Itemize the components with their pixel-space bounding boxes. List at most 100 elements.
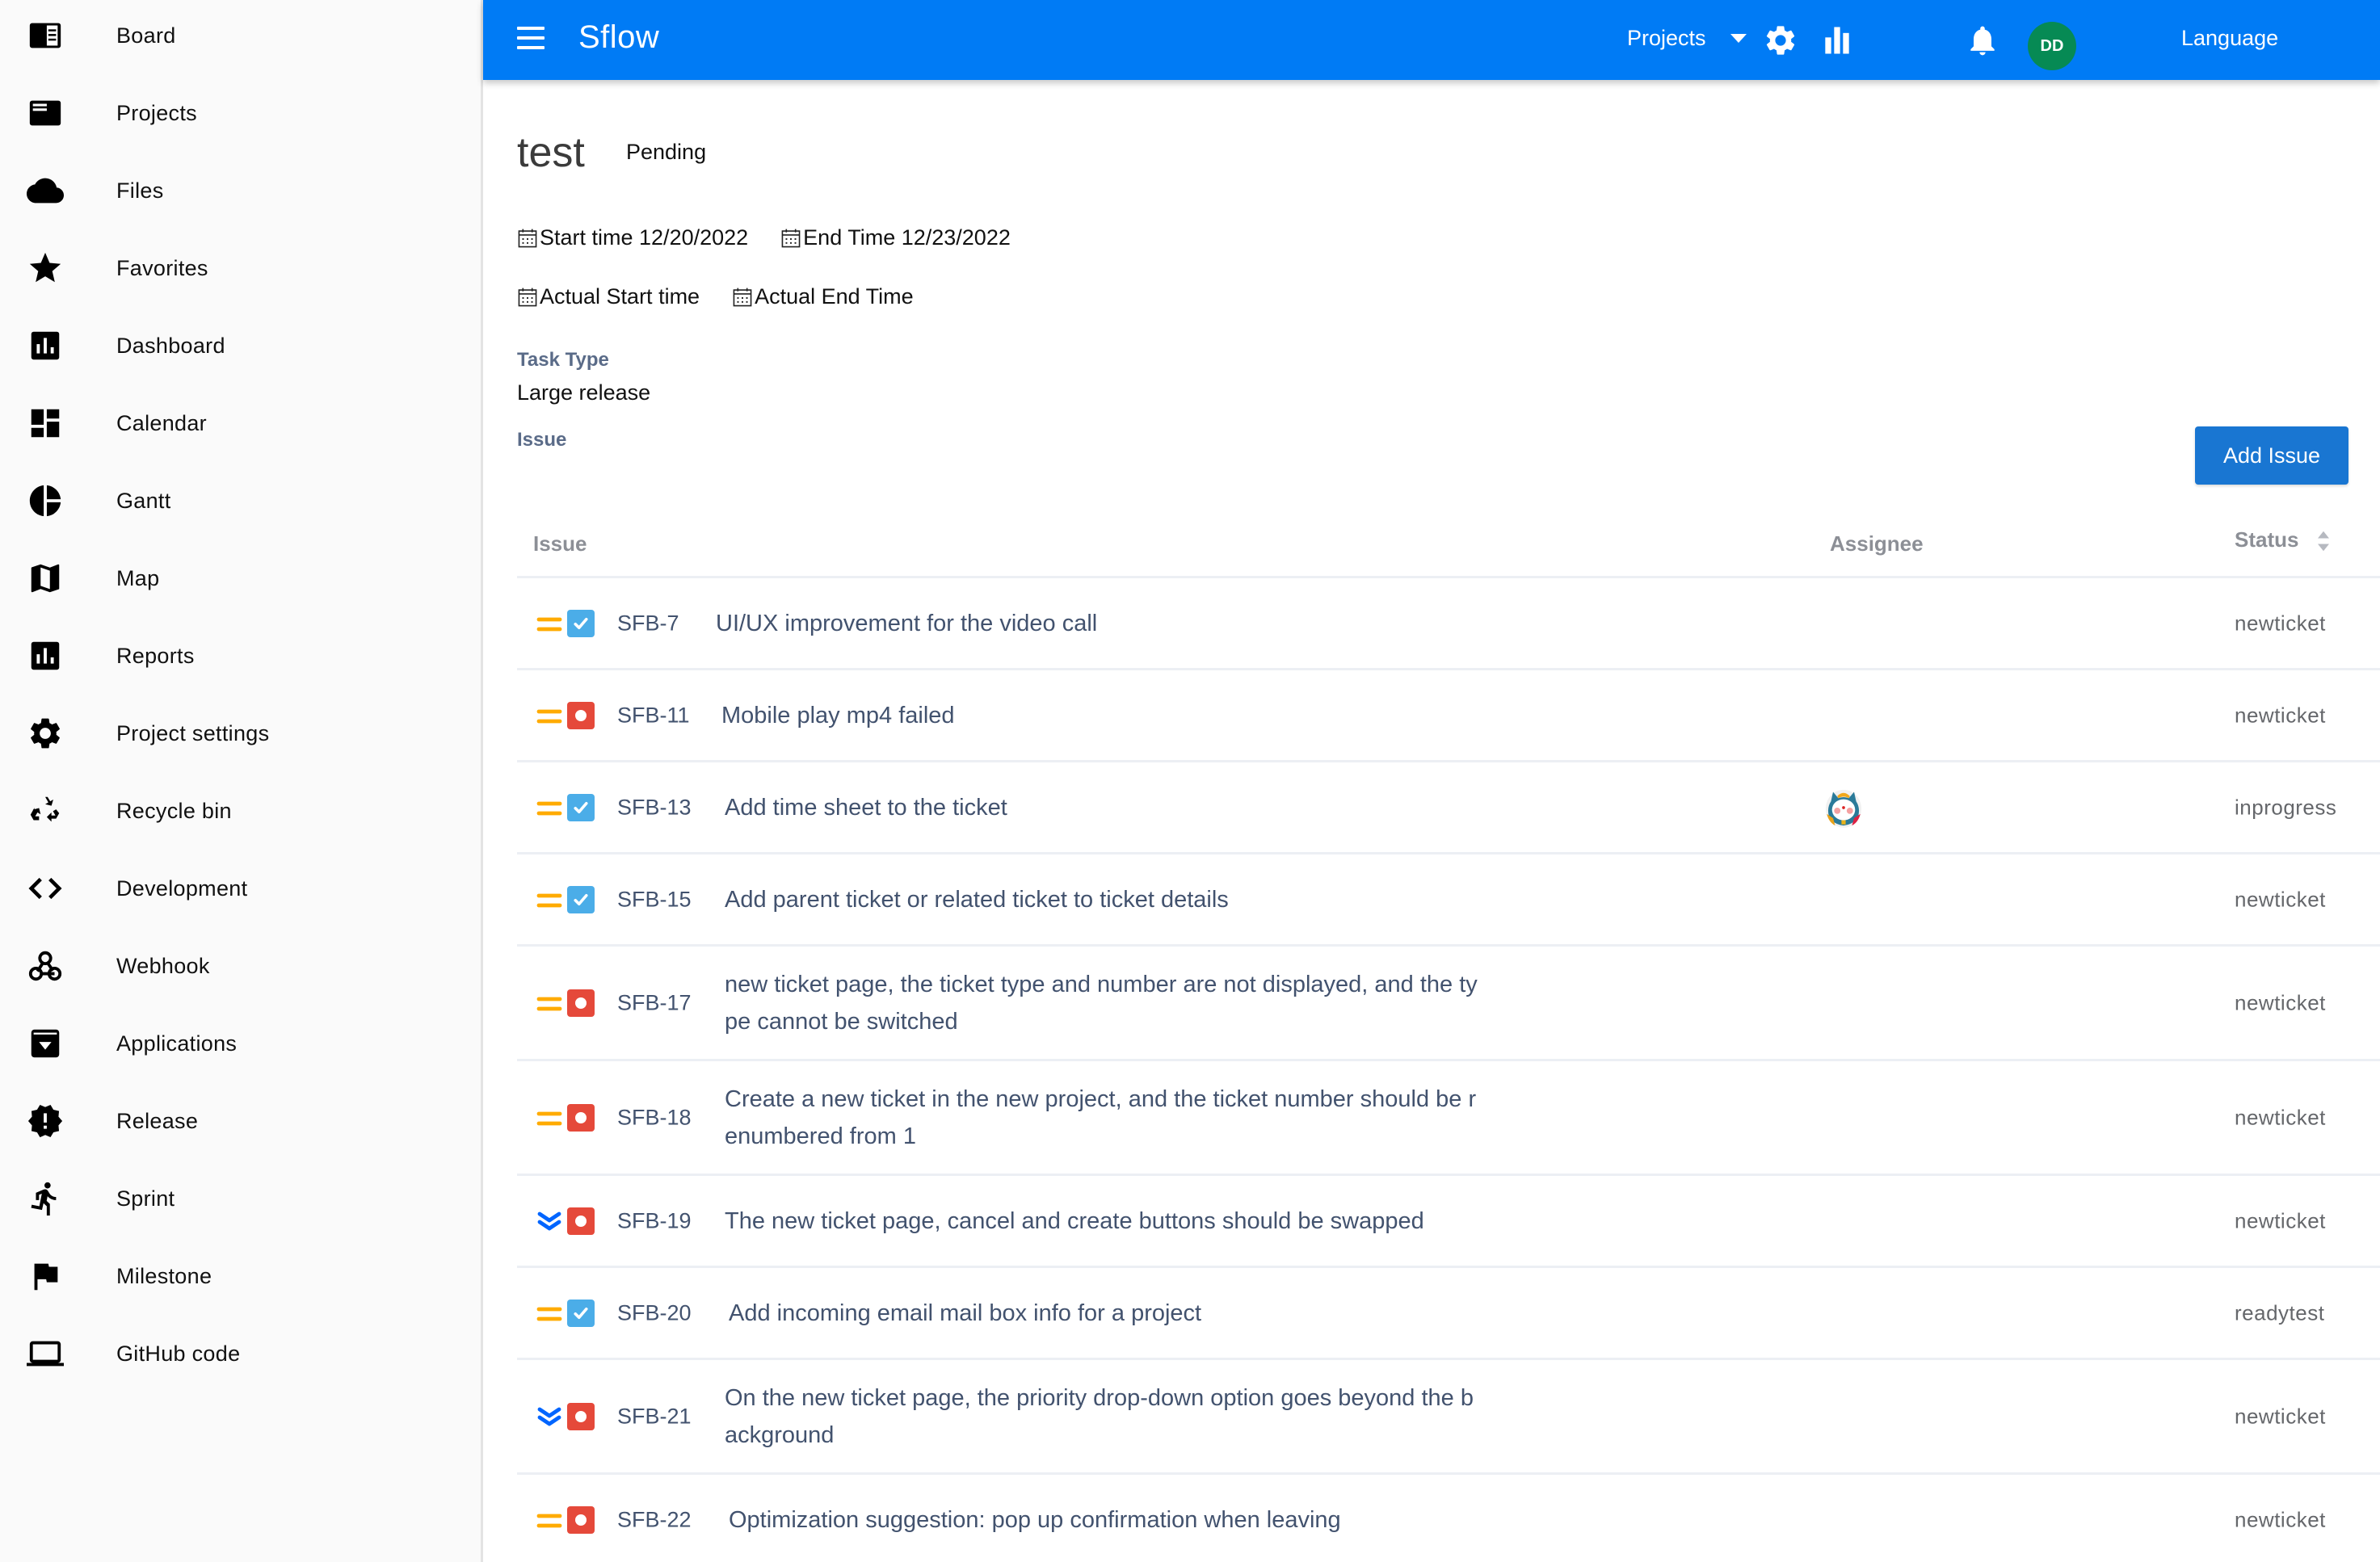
flag-icon [24,1255,66,1297]
issue-title[interactable]: Add time sheet to the ticket [725,789,1533,826]
issue-title[interactable]: On the new ticket page, the priority dro… [725,1379,1533,1454]
sort-icon[interactable] [2316,530,2331,552]
table-body: SFB-7 UI/UX improvement for the video cal… [517,578,2380,1562]
issue-id[interactable]: SFB-17 [617,990,692,1015]
start-time[interactable]: Start time 12/20/2022 [517,225,748,250]
issue-id[interactable]: SFB-7 [617,611,679,636]
bar-chart-icon[interactable] [1819,23,1855,58]
sidebar-item-webhook[interactable]: Webhook [0,927,481,1005]
issue-status[interactable]: inprogress [2235,795,2336,820]
column-header-assignee[interactable]: Assignee [1830,531,1924,556]
issue-title[interactable]: Add incoming email mail box info for a p… [729,1295,1537,1332]
column-header-status[interactable]: Status [2235,527,2331,552]
sidebar-item-files[interactable]: Files [0,152,481,229]
calendar-icon [517,228,538,249]
table-row[interactable]: SFB-18 Create a new ticket in the new pro… [517,1061,2380,1176]
sidebar-item-sprint[interactable]: Sprint [0,1160,481,1237]
table-row[interactable]: SFB-13 Add time sheet to the ticket inprog… [517,762,2380,854]
issue-id[interactable]: SFB-18 [617,1105,692,1130]
issue-title[interactable]: new ticket page, the ticket type and num… [725,966,1533,1040]
priority-lowest-icon [536,1211,562,1232]
webhook-icon [24,945,66,987]
sidebar-item-github-code[interactable]: GitHub code [0,1315,481,1392]
sidebar: BoardProjectsFiles Favorites DashboardCale… [0,0,483,1562]
issue-id[interactable]: SFB-21 [617,1404,692,1429]
dashboard-chart-icon [24,325,66,367]
issue-status[interactable]: newticket [2235,1208,2326,1233]
projects-dropdown[interactable]: Projects [1627,26,1747,51]
task-type-label: Task Type [517,349,609,372]
sidebar-item-reports[interactable]: Reports [0,617,481,695]
notification-bell-icon[interactable] [1965,23,2000,58]
sidebar-item-dashboard[interactable]: Dashboard [0,307,481,384]
issue-status[interactable]: newticket [2235,1105,2326,1130]
issue-id[interactable]: SFB-15 [617,887,692,912]
issue-id[interactable]: SFB-19 [617,1208,692,1233]
bug-type-icon [567,1207,595,1235]
sidebar-item-gantt[interactable]: Gantt [0,462,481,540]
sidebar-item-map[interactable]: Map [0,540,481,617]
app-brand[interactable]: Sflow [578,19,659,56]
issue-status[interactable]: newticket [2235,990,2326,1015]
actual-end-time[interactable]: Actual End Time [732,284,914,309]
table-row[interactable]: SFB-19 The new ticket page, cancel and cr… [517,1176,2380,1268]
task-status[interactable]: Pending [626,140,706,165]
sidebar-item-board[interactable]: Board [0,0,481,74]
issue-title-line: Create a new ticket in the new project, … [725,1081,1533,1118]
sidebar-item-label: Favorites [116,256,208,281]
hamburger-menu-icon[interactable] [517,27,545,51]
sidebar-item-calendar[interactable]: Calendar [0,384,481,462]
priority-medium-icon [536,993,562,1014]
user-avatar[interactable]: DD [2028,22,2076,70]
issue-title[interactable]: Optimization suggestion: pop up confirma… [729,1501,1537,1539]
issue-status[interactable]: newticket [2235,1404,2326,1429]
sidebar-item-recycle-bin[interactable]: Recycle bin [0,772,481,850]
add-issue-button[interactable]: Add Issue [2195,426,2348,485]
issue-status[interactable]: readytest [2235,1300,2324,1325]
table-row[interactable]: SFB-15 Add parent ticket or related ticke… [517,854,2380,947]
issue-id[interactable]: SFB-11 [617,703,690,728]
table-row[interactable]: SFB-11 Mobile play mp4 failed newticket [517,670,2380,762]
sidebar-item-label: Recycle bin [116,799,232,824]
table-row[interactable]: SFB-20 Add incoming email mail box info f… [517,1268,2380,1360]
bug-type-icon [567,1506,595,1534]
issue-title[interactable]: UI/UX improvement for the video call [716,605,1524,642]
issue-status[interactable]: newticket [2235,611,2326,636]
issue-title[interactable]: Mobile play mp4 failed [721,697,1529,734]
table-row[interactable]: SFB-22 Optimization suggestion: pop up co… [517,1475,2380,1562]
settings-gear-icon[interactable] [1763,23,1798,58]
task-type-value: Large release [517,380,650,405]
issue-status[interactable]: newticket [2235,1507,2326,1532]
archive-download-icon [24,1022,66,1064]
task-type-checkbox-icon [567,1300,595,1327]
issue-status[interactable]: newticket [2235,887,2326,912]
issue-status[interactable]: newticket [2235,703,2326,728]
table-row[interactable]: SFB-7 UI/UX improvement for the video cal… [517,578,2380,670]
priority-medium-icon [536,613,562,634]
issue-id[interactable]: SFB-22 [617,1507,692,1532]
assignee-avatar[interactable] [1823,787,1865,829]
issue-id[interactable]: SFB-13 [617,795,692,820]
sidebar-item-label: Gantt [116,489,171,514]
table-row[interactable]: SFB-17 new ticket page, the ticket type a… [517,947,2380,1061]
sidebar-item-release[interactable]: Release [0,1082,481,1160]
sidebar-item-development[interactable]: Development [0,850,481,927]
issue-title[interactable]: The new ticket page, cancel and create b… [725,1203,1533,1240]
sidebar-item-projects[interactable]: Projects [0,74,481,152]
column-header-issue[interactable]: Issue [533,531,587,556]
end-time[interactable]: End Time 12/23/2022 [780,225,1011,250]
sidebar-item-favorites[interactable]: Favorites [0,229,481,307]
top-app-bar: Sflow Projects DD Language [483,0,2380,80]
issue-title[interactable]: Create a new ticket in the new project, … [725,1081,1533,1155]
planned-dates: Start time 12/20/2022 End Time 12/23/202… [517,225,1043,250]
actual-start-time[interactable]: Actual Start time [517,284,700,309]
table-row[interactable]: SFB-21 On the new ticket page, the priori… [517,1360,2380,1475]
sidebar-item-milestone[interactable]: Milestone [0,1237,481,1315]
sidebar-item-project-settings[interactable]: Project settings [0,695,481,772]
sidebar-item-label: Project settings [116,721,269,746]
sidebar-item-label: Applications [116,1031,237,1056]
issue-id[interactable]: SFB-20 [617,1300,692,1325]
sidebar-item-applications[interactable]: Applications [0,1005,481,1082]
language-menu[interactable]: Language [2181,26,2278,51]
issue-title[interactable]: Add parent ticket or related ticket to t… [725,881,1533,918]
